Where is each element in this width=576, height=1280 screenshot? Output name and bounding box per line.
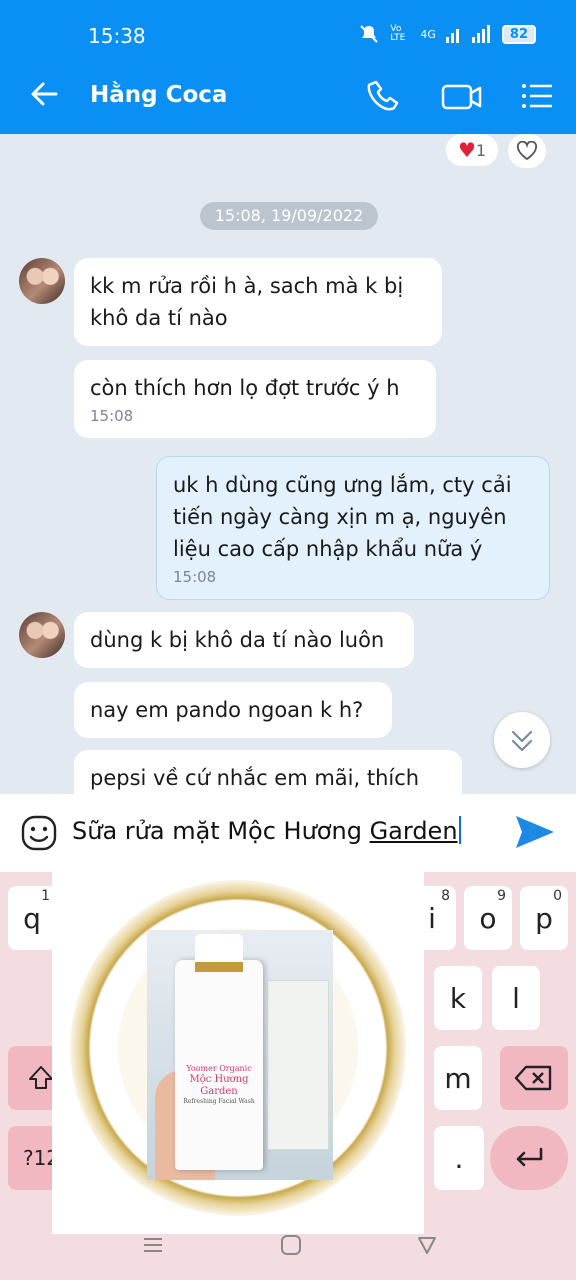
message-input-composing-word: Garden: [369, 817, 458, 845]
date-separator: 15:08, 19/09/2022: [200, 202, 378, 230]
send-icon[interactable]: [512, 812, 556, 852]
react-heart-button[interactable]: [508, 134, 546, 168]
bottle-line-2: Refreshing Facial Wash: [183, 1098, 255, 1105]
key-k[interactable]: k: [434, 966, 482, 1030]
bottle-label: Yoomer Organic Mộc Hương Garden Refreshi…: [183, 1064, 255, 1106]
message-bubble[interactable]: kk m rửa rồi h à, sach mà k bị khô da tí…: [74, 258, 442, 346]
network-label: 4G: [420, 27, 436, 41]
key-hint: 8: [441, 888, 450, 904]
message-text: dùng k bị khô da tí nào luôn: [90, 628, 385, 652]
message-text: còn thích hơn lọ đợt trước ý h: [90, 376, 400, 400]
status-time: 15:38: [88, 24, 146, 48]
back-arrow-icon[interactable]: [26, 76, 62, 112]
sticker-emoji-icon[interactable]: [20, 814, 58, 852]
key-period[interactable]: .: [434, 1126, 484, 1190]
reaction-count: 1: [475, 140, 487, 160]
message-input[interactable]: Sữa rửa mặt Mộc Hương Garden: [72, 816, 461, 845]
key-label: l: [512, 981, 520, 1015]
message-text: nay em pando ngoan k h?: [90, 698, 364, 722]
volte-label: Vo LTE: [390, 24, 406, 43]
product-photo-overlay: Yoomer Organic Mộc Hương Garden Refreshi…: [52, 872, 424, 1234]
product-photo: Yoomer Organic Mộc Hương Garden Refreshi…: [147, 930, 333, 1180]
contact-avatar[interactable]: [19, 612, 65, 658]
phone-call-icon[interactable]: [364, 76, 404, 116]
product-box: [267, 980, 329, 1150]
message-text: uk h dùng cũng ưng lắm, cty cải tiến ngà…: [173, 473, 512, 561]
message-text: pepsi về cứ nhắc em mãi, thích: [90, 766, 420, 790]
key-label: m: [444, 1061, 472, 1095]
message-bubble[interactable]: pepsi về cứ nhắc em mãi, thích: [74, 750, 462, 794]
chat-messages[interactable]: ♥ 1 15:08, 19/09/2022 kk m rửa rồi h à, …: [0, 134, 576, 794]
mute-bell-icon: [360, 25, 379, 43]
message-input-text: Sữa rửa mặt Mộc Hương: [72, 817, 370, 845]
video-call-icon[interactable]: [440, 76, 484, 116]
status-icons: Vo LTE 4G 82: [358, 24, 536, 44]
reaction-heart-count[interactable]: ♥ 1: [446, 134, 498, 166]
heart-outline-icon: [516, 141, 538, 161]
home-icon[interactable]: [280, 1234, 302, 1256]
message-bubble-sent[interactable]: uk h dùng cũng ưng lắm, cty cải tiến ngà…: [156, 456, 550, 600]
contact-avatar[interactable]: [19, 258, 65, 304]
text-cursor: [458, 816, 461, 844]
backspace-key[interactable]: [500, 1046, 568, 1110]
bottle-line-1: Yoomer Organic: [186, 1064, 252, 1073]
double-chevron-down-icon: [511, 730, 533, 752]
message-bubble[interactable]: dùng k bị khô da tí nào luôn: [74, 612, 414, 668]
bottle-brand: Mộc Hương Garden: [189, 1074, 249, 1097]
key-p[interactable]: p0: [520, 886, 568, 950]
heart-icon: ♥: [457, 138, 476, 162]
chat-header: Hằng Coca: [0, 58, 576, 134]
key-label: p: [535, 901, 553, 935]
key-hint: 9: [497, 888, 506, 904]
key-label: .: [454, 1141, 464, 1175]
enter-key[interactable]: [490, 1126, 568, 1190]
backspace-icon: [514, 1065, 552, 1091]
cleanser-bottle: Yoomer Organic Mộc Hương Garden Refreshi…: [175, 934, 263, 1170]
message-composer: Sữa rửa mặt Mộc Hương Garden: [0, 794, 576, 872]
message-bubble[interactable]: còn thích hơn lọ đợt trước ý h 15:08: [74, 360, 436, 438]
contact-name[interactable]: Hằng Coca: [90, 82, 227, 108]
key-label: o: [479, 901, 497, 935]
key-label: i: [428, 901, 436, 935]
key-q[interactable]: q1: [8, 886, 56, 950]
message-time: 15:08: [90, 407, 134, 425]
recent-apps-icon[interactable]: [142, 1234, 164, 1256]
key-o[interactable]: o9: [464, 886, 512, 950]
menu-list-icon[interactable]: [516, 76, 556, 116]
key-m[interactable]: m: [434, 1046, 482, 1110]
system-nav-bar: [0, 1228, 576, 1280]
scroll-to-bottom-button[interactable]: [494, 712, 550, 768]
key-label: q: [23, 901, 41, 935]
key-hint: 0: [553, 888, 562, 904]
key-l[interactable]: l: [492, 966, 540, 1030]
message-bubble[interactable]: nay em pando ngoan k h?: [74, 682, 392, 738]
back-triangle-icon[interactable]: [416, 1234, 438, 1256]
signal-icon: [445, 25, 490, 43]
battery-indicator: 82: [501, 24, 536, 44]
status-bar: 15:38 Vo LTE 4G 82: [0, 0, 576, 58]
key-hint: 1: [41, 888, 50, 904]
message-text: kk m rửa rồi h à, sach mà k bị khô da tí…: [90, 274, 404, 330]
message-time: 15:08: [173, 568, 217, 586]
enter-arrow-icon: [516, 1147, 543, 1167]
key-label: k: [449, 981, 467, 1015]
